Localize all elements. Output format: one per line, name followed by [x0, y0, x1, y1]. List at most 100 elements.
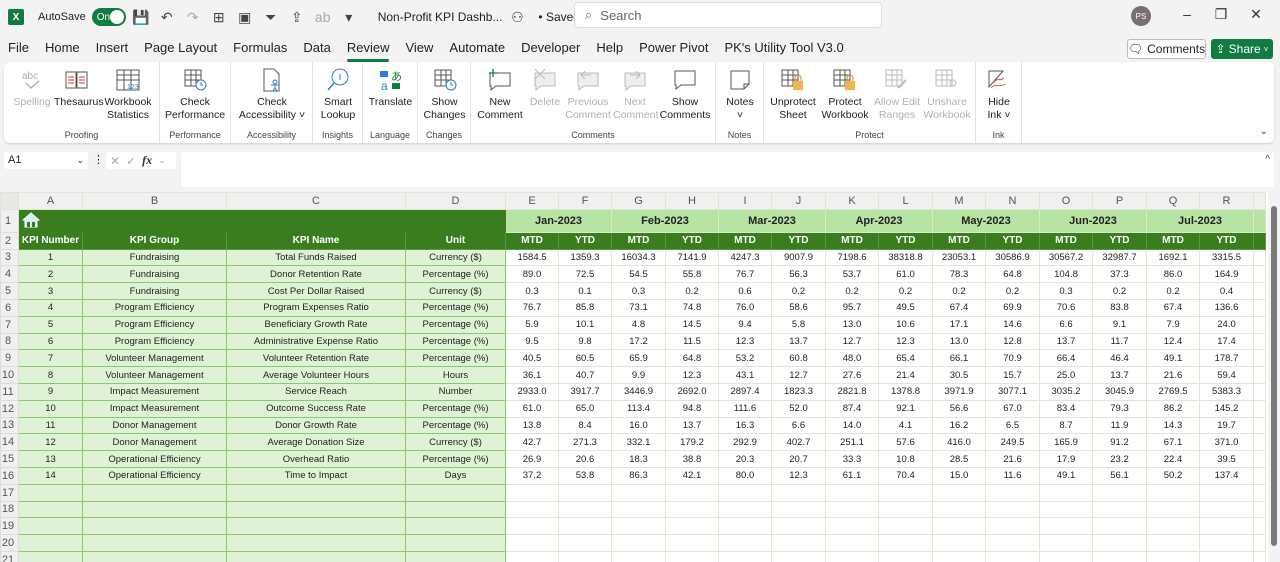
mtd-value-cell[interactable]: 16.2: [932, 416, 986, 435]
empty-cell[interactable]: [1199, 534, 1254, 552]
ytd-value-cell[interactable]: 64.8: [985, 265, 1040, 284]
chevron-down-icon[interactable]: ⌄: [158, 155, 166, 166]
ytd-value-cell[interactable]: 32987.7: [1092, 248, 1147, 267]
empty-info-cell[interactable]: [226, 500, 406, 519]
row-header[interactable]: 5: [0, 282, 19, 300]
month-header[interactable]: Jun-2023: [1039, 208, 1147, 233]
mtd-value-cell[interactable]: 37.2: [505, 466, 559, 485]
ytd-value-cell[interactable]: 11.7: [1092, 332, 1147, 351]
empty-cell[interactable]: [985, 550, 1040, 562]
column-header-a[interactable]: A: [18, 192, 83, 210]
mtd-value-cell[interactable]: 111.6: [718, 399, 772, 418]
ytd-header[interactable]: YTD: [1199, 231, 1254, 250]
mtd-value-cell[interactable]: 12.7: [825, 332, 879, 351]
empty-cell[interactable]: [1253, 382, 1266, 401]
mtd-value-cell[interactable]: 17.2: [611, 332, 666, 351]
unit-cell[interactable]: Currency ($): [405, 248, 506, 267]
mtd-value-cell[interactable]: 3446.9: [611, 382, 666, 401]
kpi-name-header[interactable]: KPI Name: [226, 231, 406, 250]
row-header[interactable]: 15: [0, 450, 19, 468]
tab-review[interactable]: Review: [339, 37, 398, 62]
tab-formulas[interactable]: Formulas: [225, 37, 295, 61]
ytd-value-cell[interactable]: 145.2: [1199, 399, 1254, 418]
ytd-value-cell[interactable]: 271.3: [558, 433, 612, 452]
unit-header[interactable]: Unit: [405, 231, 506, 250]
mtd-value-cell[interactable]: 17.1: [932, 315, 986, 334]
column-header-p[interactable]: P: [1092, 192, 1147, 210]
month-header[interactable]: Jan-2023: [505, 208, 612, 233]
empty-info-cell[interactable]: [82, 534, 227, 552]
ytd-value-cell[interactable]: 3045.9: [1092, 382, 1147, 401]
column-header-r[interactable]: R: [1199, 192, 1254, 210]
empty-cell[interactable]: [1199, 500, 1254, 519]
ytd-value-cell[interactable]: 0.2: [985, 282, 1040, 300]
collapse-ribbon-icon[interactable]: ⌄: [1260, 126, 1268, 137]
formula-input[interactable]: ^: [181, 152, 1274, 187]
mtd-value-cell[interactable]: 13.0: [825, 315, 879, 334]
mtd-value-cell[interactable]: 26.9: [505, 450, 559, 468]
mtd-value-cell[interactable]: 86.3: [611, 466, 666, 485]
mtd-value-cell[interactable]: 65.9: [611, 349, 666, 368]
mtd-value-cell[interactable]: 36.1: [505, 366, 559, 384]
unprotect-sheet-button[interactable]: Unprotect Sheet: [768, 66, 818, 122]
mtd-value-cell[interactable]: 3971.9: [932, 382, 986, 401]
ytd-value-cell[interactable]: 23.2: [1092, 450, 1147, 468]
mtd-value-cell[interactable]: 87.4: [825, 399, 879, 418]
mtd-value-cell[interactable]: 1692.1: [1146, 248, 1200, 267]
kpi-name-cell[interactable]: Overhead Ratio: [226, 450, 406, 468]
ytd-value-cell[interactable]: 74.8: [665, 298, 719, 317]
ytd-value-cell[interactable]: 20.7: [771, 450, 826, 468]
unit-cell[interactable]: Currency ($): [405, 433, 506, 452]
ytd-value-cell[interactable]: 12.7: [771, 366, 826, 384]
kpi-name-cell[interactable]: Average Donation Size: [226, 433, 406, 452]
unit-cell[interactable]: Percentage (%): [405, 265, 506, 284]
share-export-icon[interactable]: ⇪: [286, 9, 308, 26]
ytd-value-cell[interactable]: 12.3: [771, 466, 826, 485]
ytd-value-cell[interactable]: 371.0: [1199, 433, 1254, 452]
mtd-header[interactable]: MTD: [1146, 231, 1200, 250]
tab-view[interactable]: View: [397, 37, 441, 61]
home-icon[interactable]: [21, 212, 41, 231]
insert-function-icon[interactable]: fx: [142, 153, 152, 168]
empty-cell[interactable]: [932, 483, 986, 502]
column-header-e[interactable]: E: [505, 192, 559, 210]
ytd-value-cell[interactable]: 70.4: [878, 466, 933, 485]
kpi-number-cell[interactable]: 8: [18, 366, 83, 384]
empty-info-cell[interactable]: [82, 517, 227, 536]
ytd-value-cell[interactable]: 178.7: [1199, 349, 1254, 368]
ytd-value-cell[interactable]: 9.8: [558, 332, 612, 351]
mtd-value-cell[interactable]: 56.6: [932, 399, 986, 418]
row-header[interactable]: 3: [0, 248, 19, 267]
ytd-value-cell[interactable]: 5.8: [771, 315, 826, 334]
ytd-value-cell[interactable]: 0.2: [771, 282, 826, 300]
empty-cell[interactable]: [1253, 466, 1266, 485]
empty-cell[interactable]: [558, 500, 612, 519]
ytd-value-cell[interactable]: 13.7: [1092, 366, 1147, 384]
ytd-value-cell[interactable]: 3077.1: [985, 382, 1040, 401]
mtd-value-cell[interactable]: 16.3: [718, 416, 772, 435]
kpi-group-cell[interactable]: Volunteer Management: [82, 349, 227, 368]
mtd-value-cell[interactable]: 12.4: [1146, 332, 1200, 351]
empty-cell[interactable]: [985, 517, 1040, 536]
empty-cell[interactable]: [665, 500, 719, 519]
kpi-name-cell[interactable]: Outcome Success Rate: [226, 399, 406, 418]
empty-cell[interactable]: [718, 517, 772, 536]
mtd-value-cell[interactable]: 25.0: [1039, 366, 1093, 384]
unit-cell[interactable]: Percentage (%): [405, 349, 506, 368]
ytd-value-cell[interactable]: 4.1: [878, 416, 933, 435]
ytd-value-cell[interactable]: 85.8: [558, 298, 612, 317]
ytd-value-cell[interactable]: 39.5: [1199, 450, 1254, 468]
ytd-header[interactable]: YTD: [878, 231, 933, 250]
mtd-value-cell[interactable]: 43.1: [718, 366, 772, 384]
empty-cell[interactable]: [1199, 517, 1254, 536]
empty-cell[interactable]: [1253, 517, 1266, 536]
column-header-g[interactable]: G: [611, 192, 666, 210]
column-header-m[interactable]: M: [932, 192, 986, 210]
column-header-d[interactable]: D: [405, 192, 506, 210]
kpi-name-cell[interactable]: Volunteer Retention Rate: [226, 349, 406, 368]
ytd-header[interactable]: YTD: [1092, 231, 1147, 250]
mtd-value-cell[interactable]: 70.6: [1039, 298, 1093, 317]
empty-cell[interactable]: [1092, 534, 1147, 552]
mtd-header[interactable]: MTD: [932, 231, 986, 250]
kpi-group-cell[interactable]: Donor Management: [82, 416, 227, 435]
